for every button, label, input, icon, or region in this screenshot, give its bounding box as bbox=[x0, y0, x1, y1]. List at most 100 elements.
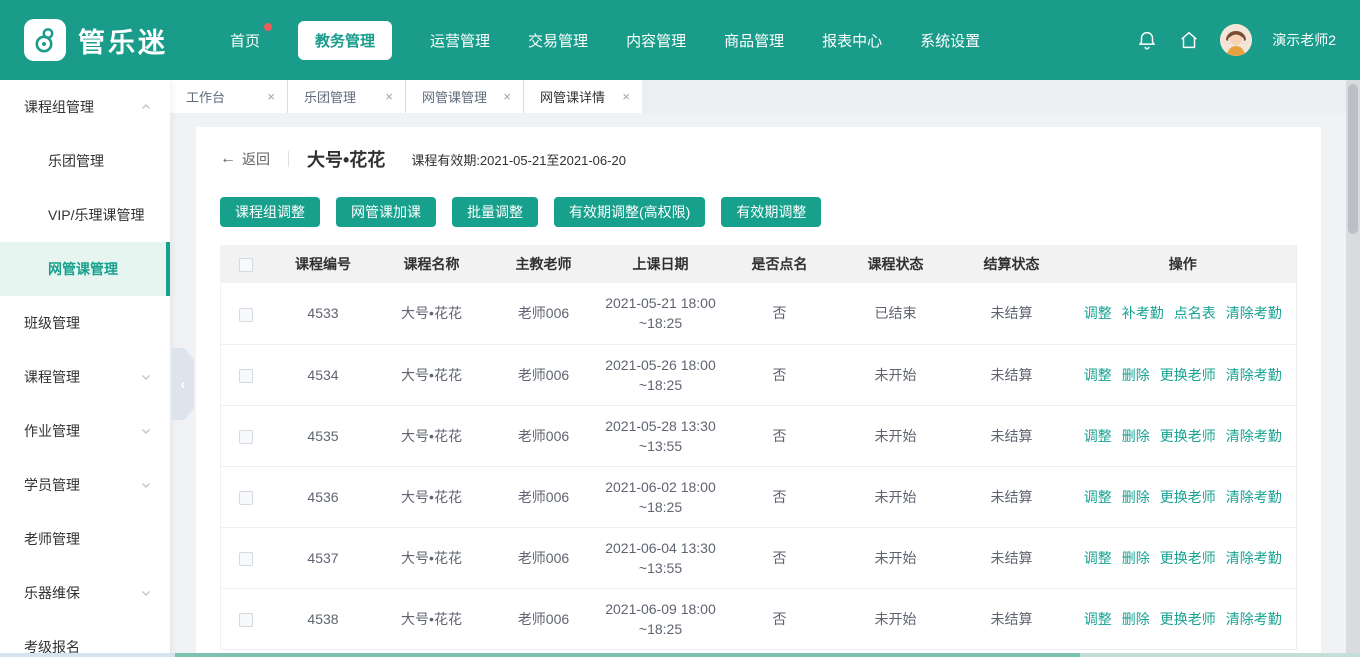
row-action-link[interactable]: 调整 bbox=[1084, 611, 1112, 627]
row-action-link[interactable]: 更换老师 bbox=[1160, 489, 1216, 505]
tab-4[interactable]: 网管课详情× bbox=[524, 80, 642, 113]
row-checkbox[interactable] bbox=[239, 552, 253, 566]
row-action-link[interactable]: 删除 bbox=[1122, 550, 1150, 566]
sidebar-item-label: 学员管理 bbox=[24, 475, 80, 495]
cell-rollcall: 否 bbox=[722, 588, 838, 649]
back-button[interactable]: ← 返回 bbox=[220, 149, 270, 169]
toolbar-button-5[interactable]: 有效期调整 bbox=[721, 197, 821, 227]
row-action-link[interactable]: 调整 bbox=[1084, 550, 1112, 566]
sidebar-collapse-handle[interactable]: ‹ bbox=[172, 348, 194, 420]
sidebar-item-8[interactable]: 学员管理 bbox=[0, 458, 170, 512]
select-all-checkbox[interactable] bbox=[239, 258, 253, 272]
cell-course-id: 4537 bbox=[271, 527, 376, 588]
sidebar-item-label: VIP/乐理课管理 bbox=[48, 205, 144, 225]
cell-settle-status: 未结算 bbox=[954, 466, 1070, 527]
nav-item-label: 系统设置 bbox=[920, 33, 980, 50]
row-action-link[interactable]: 删除 bbox=[1122, 367, 1150, 383]
row-action-link[interactable]: 补考勤 bbox=[1122, 305, 1164, 321]
cell-course-status: 未开始 bbox=[838, 405, 954, 466]
row-action-link[interactable]: 更换老师 bbox=[1160, 611, 1216, 627]
row-action-link[interactable]: 更换老师 bbox=[1160, 428, 1216, 444]
sidebar-item-6[interactable]: 课程管理 bbox=[0, 350, 170, 404]
divider bbox=[288, 151, 289, 167]
sidebar-item-4[interactable]: 网管课管理 bbox=[0, 242, 170, 296]
row-checkbox-cell bbox=[221, 527, 271, 588]
sidebar-item-11[interactable]: 考级报名 bbox=[0, 620, 170, 657]
main-nav: 首页 教务管理 运营管理 交易管理 内容管理 商品管理 报表中心 系统设置 bbox=[230, 21, 980, 60]
sidebar-item-label: 网管课管理 bbox=[48, 259, 118, 279]
nav-item-4[interactable]: 交易管理 bbox=[528, 30, 588, 51]
row-action-link[interactable]: 清除考勤 bbox=[1226, 550, 1282, 566]
sidebar-item-3[interactable]: VIP/乐理课管理 bbox=[0, 188, 170, 242]
chevron-down-icon bbox=[140, 371, 152, 383]
tab-2[interactable]: 乐团管理× bbox=[288, 80, 406, 113]
nav-item-3[interactable]: 运营管理 bbox=[430, 30, 490, 51]
row-action-link[interactable]: 删除 bbox=[1122, 428, 1150, 444]
scrollbar-thumb[interactable] bbox=[1348, 84, 1358, 234]
row-action-link[interactable]: 调整 bbox=[1084, 428, 1112, 444]
row-action-link[interactable]: 更换老师 bbox=[1160, 550, 1216, 566]
sidebar-item-10[interactable]: 乐器维保 bbox=[0, 566, 170, 620]
cell-settle-status: 未结算 bbox=[954, 283, 1070, 344]
sidebar: 课程组管理乐团管理 VIP/乐理课管理网管课管理班级管理课程管理作业管理学员管理老… bbox=[0, 80, 170, 657]
toolbar-button-3[interactable]: 批量调整 bbox=[452, 197, 538, 227]
nav-item-5[interactable]: 内容管理 bbox=[626, 30, 686, 51]
row-action-link[interactable]: 清除考勤 bbox=[1226, 367, 1282, 383]
toolbar-button-2[interactable]: 网管课加课 bbox=[336, 197, 436, 227]
table-row: 4538大号•花花老师0062021-06-09 18:00~18:25否未开始… bbox=[221, 588, 1297, 649]
row-action-link[interactable]: 调整 bbox=[1084, 367, 1112, 383]
sidebar-item-9[interactable]: 老师管理 bbox=[0, 512, 170, 566]
row-action-link[interactable]: 清除考勤 bbox=[1226, 305, 1282, 321]
nav-item-6[interactable]: 商品管理 bbox=[724, 30, 784, 51]
home-icon[interactable] bbox=[1178, 29, 1200, 51]
tab-3[interactable]: 网管课管理× bbox=[406, 80, 524, 113]
close-icon[interactable]: × bbox=[253, 89, 275, 104]
sidebar-item-5[interactable]: 班级管理 bbox=[0, 296, 170, 350]
sidebar-item-1[interactable]: 课程组管理 bbox=[0, 80, 170, 134]
table-head: 课程编号课程名称主教老师上课日期是否点名课程状态结算状态操作 bbox=[221, 245, 1297, 283]
sidebar-item-2[interactable]: 乐团管理 bbox=[0, 134, 170, 188]
bell-icon[interactable] bbox=[1136, 29, 1158, 51]
row-action-link[interactable]: 清除考勤 bbox=[1226, 611, 1282, 627]
logo-icon bbox=[24, 19, 66, 61]
scrollbar[interactable] bbox=[1346, 80, 1360, 657]
nav-item-1[interactable]: 首页 bbox=[230, 30, 260, 51]
row-checkbox[interactable] bbox=[239, 491, 253, 505]
close-icon[interactable]: × bbox=[489, 89, 511, 104]
sidebar-item-7[interactable]: 作业管理 bbox=[0, 404, 170, 458]
row-action-link[interactable]: 调整 bbox=[1084, 305, 1112, 321]
row-action-link[interactable]: 清除考勤 bbox=[1226, 428, 1282, 444]
cell-actions: 调整删除更换老师清除考勤 bbox=[1070, 405, 1297, 466]
row-action-link[interactable]: 清除考勤 bbox=[1226, 489, 1282, 505]
cell-rollcall: 否 bbox=[722, 466, 838, 527]
close-icon[interactable]: × bbox=[371, 89, 393, 104]
row-action-link[interactable]: 点名表 bbox=[1174, 305, 1216, 321]
row-checkbox-cell bbox=[221, 405, 271, 466]
topbar: 管乐迷 首页 教务管理 运营管理 交易管理 内容管理 商品管理 报表中心 系统设置 演示老师2 bbox=[0, 0, 1360, 80]
row-action-link[interactable]: 删除 bbox=[1122, 489, 1150, 505]
row-action-link[interactable]: 调整 bbox=[1084, 489, 1112, 505]
chevron-down-icon bbox=[140, 479, 152, 491]
toolbar-button-4[interactable]: 有效期调整(高权限) bbox=[554, 197, 705, 227]
sidebar-item-label: 课程管理 bbox=[24, 367, 80, 387]
row-checkbox[interactable] bbox=[239, 308, 253, 322]
sidebar-item-label: 乐器维保 bbox=[24, 583, 80, 603]
row-checkbox[interactable] bbox=[239, 369, 253, 383]
tab-1[interactable]: 工作台× bbox=[170, 80, 288, 113]
row-checkbox[interactable] bbox=[239, 613, 253, 627]
toolbar-button-1[interactable]: 课程组调整 bbox=[220, 197, 320, 227]
cell-course-name: 大号•花花 bbox=[376, 344, 488, 405]
row-action-link[interactable]: 更换老师 bbox=[1160, 367, 1216, 383]
nav-item-label: 报表中心 bbox=[822, 33, 882, 50]
row-checkbox[interactable] bbox=[239, 430, 253, 444]
sidebar-item-label: 课程组管理 bbox=[24, 97, 94, 117]
cell-class-date: 2021-06-02 18:00~18:25 bbox=[600, 466, 722, 527]
nav-item-2[interactable]: 教务管理 bbox=[298, 21, 392, 60]
brand[interactable]: 管乐迷 bbox=[24, 19, 168, 61]
username[interactable]: 演示老师2 bbox=[1272, 30, 1336, 50]
nav-item-7[interactable]: 报表中心 bbox=[822, 30, 882, 51]
row-action-link[interactable]: 删除 bbox=[1122, 611, 1150, 627]
avatar[interactable] bbox=[1220, 24, 1252, 56]
close-icon[interactable]: × bbox=[608, 89, 630, 104]
nav-item-8[interactable]: 系统设置 bbox=[920, 30, 980, 51]
